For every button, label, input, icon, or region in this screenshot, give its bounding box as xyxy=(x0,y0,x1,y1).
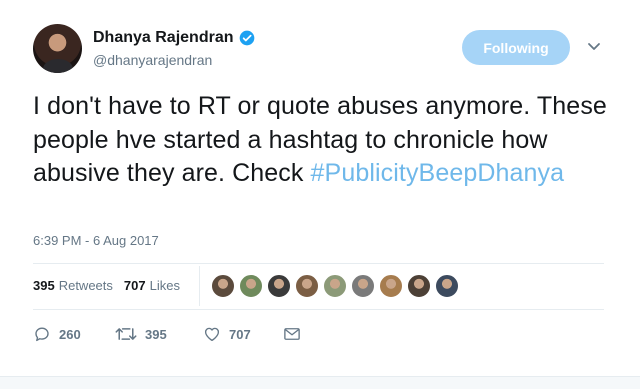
bottom-bar xyxy=(0,376,640,389)
liker-avatars xyxy=(211,274,459,298)
liker-avatar[interactable] xyxy=(295,274,319,298)
liker-avatar[interactable] xyxy=(211,274,235,298)
following-button[interactable]: Following xyxy=(462,30,570,65)
likes-count: 707 xyxy=(123,278,146,293)
likes-stat[interactable]: 707 Likes xyxy=(124,278,180,293)
heart-icon xyxy=(204,327,220,342)
stats-separator xyxy=(199,266,200,306)
retweets-stat[interactable]: 395 Retweets xyxy=(33,278,113,293)
liker-avatar[interactable] xyxy=(351,274,375,298)
author-name-row: Dhanya Rajendran xyxy=(93,29,255,47)
like-action[interactable]: 707 xyxy=(203,325,283,343)
hashtag-link[interactable]: #PublicityBeepDhanya xyxy=(311,159,565,187)
divider-bottom xyxy=(33,309,604,310)
liker-avatar[interactable] xyxy=(267,274,291,298)
liker-avatar[interactable] xyxy=(239,274,263,298)
tweet-text: I don't have to RT or quote abuses anymo… xyxy=(33,90,623,191)
retweets-label: Retweets xyxy=(58,278,113,293)
reply-icon xyxy=(35,327,49,342)
retweet-count: 395 xyxy=(145,326,167,342)
retweet-icon xyxy=(115,328,137,340)
likes-label: Likes xyxy=(149,278,180,293)
liker-avatar[interactable] xyxy=(379,274,403,298)
engagement-stats: 395 Retweets 707 Likes xyxy=(33,278,191,293)
retweets-count: 395 xyxy=(33,278,55,293)
retweet-action[interactable]: 395 xyxy=(115,325,203,343)
verified-badge-icon xyxy=(240,30,255,46)
liker-avatar[interactable] xyxy=(323,274,347,298)
direct-message-action[interactable] xyxy=(283,326,309,342)
author-handle[interactable]: @dhanyarajendran xyxy=(93,52,212,68)
author-display-name[interactable]: Dhanya Rajendran xyxy=(93,29,233,47)
chevron-down-icon[interactable] xyxy=(587,42,601,52)
author-avatar[interactable] xyxy=(33,24,82,73)
divider-top xyxy=(33,263,604,264)
tweet-timestamp[interactable]: 6:39 PM - 6 Aug 2017 xyxy=(33,233,159,248)
like-count: 707 xyxy=(229,326,251,342)
envelope-icon xyxy=(284,328,300,340)
liker-avatar[interactable] xyxy=(407,274,431,298)
tweet-actions: 260 395 707 xyxy=(33,325,309,343)
reply-count: 260 xyxy=(59,326,81,342)
liker-avatar[interactable] xyxy=(435,274,459,298)
reply-action[interactable]: 260 xyxy=(33,325,115,343)
